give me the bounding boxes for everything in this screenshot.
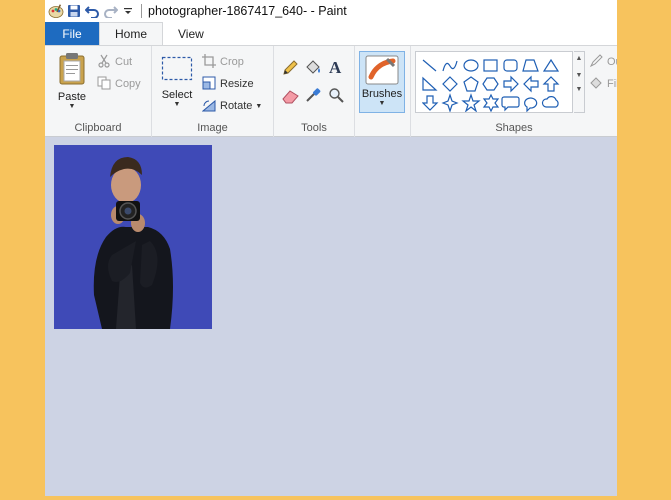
tab-file[interactable]: File xyxy=(45,22,99,45)
outline-icon xyxy=(589,53,607,71)
image-group: Select ▼ Crop Resize Rotate ▼ Image xyxy=(152,46,274,137)
cut-button[interactable]: Cut xyxy=(97,53,132,71)
resize-button[interactable]: Resize xyxy=(202,75,254,93)
canvas-workspace[interactable] xyxy=(45,137,617,496)
customize-toolbar-icon[interactable] xyxy=(119,2,137,20)
svg-text:A: A xyxy=(329,58,342,76)
cut-label: Cut xyxy=(115,56,133,68)
magnifier-icon[interactable] xyxy=(328,87,344,106)
eraser-icon[interactable] xyxy=(282,88,300,107)
scroll-up-icon[interactable]: ▲ xyxy=(574,55,584,62)
tab-view[interactable]: View xyxy=(163,22,219,45)
crop-label: Crop xyxy=(220,56,244,68)
select-label: Select xyxy=(161,89,193,101)
pencil-icon[interactable] xyxy=(282,60,298,79)
shape-outline-label: Out xyxy=(607,56,617,68)
text-icon[interactable]: A xyxy=(328,58,344,79)
undo-icon[interactable] xyxy=(83,2,101,20)
brush-icon xyxy=(365,55,399,88)
crop-button[interactable]: Crop xyxy=(202,53,244,71)
rotate-button[interactable]: Rotate ▼ xyxy=(201,97,263,115)
redo-icon[interactable] xyxy=(101,2,119,20)
fill-bucket-icon[interactable] xyxy=(304,60,322,79)
tools-group-label: Tools xyxy=(301,122,327,134)
brushes-button[interactable]: Brushes ▼ xyxy=(359,51,405,113)
select-button[interactable]: Select ▼ xyxy=(159,56,195,108)
tools-group: A Tools xyxy=(274,46,355,137)
shapes-gallery-icons[interactable] xyxy=(422,58,572,112)
paste-button[interactable]: Paste ▼ xyxy=(53,52,91,110)
ribbon-tabs: File Home View xyxy=(45,22,617,45)
selection-icon xyxy=(161,56,193,85)
color-picker-icon[interactable] xyxy=(305,87,321,106)
photo-canvas[interactable] xyxy=(54,145,212,329)
ribbon: Paste ▼ Cut Copy Clipboard Select ▼ Crop… xyxy=(45,45,617,137)
fill-icon xyxy=(589,76,607,93)
brushes-group: Brushes ▼ xyxy=(355,46,411,137)
scroll-down-icon[interactable]: ▼ xyxy=(574,72,584,79)
rotate-icon xyxy=(201,98,220,115)
title-separator xyxy=(141,4,142,18)
clipboard-group-label: Clipboard xyxy=(74,122,122,134)
shapes-group-label: Shapes xyxy=(495,122,533,134)
tab-home[interactable]: Home xyxy=(99,22,164,45)
paste-label: Paste xyxy=(57,91,87,103)
save-icon[interactable] xyxy=(65,2,83,20)
resize-icon xyxy=(202,76,220,93)
shapes-gallery xyxy=(415,51,573,113)
scissors-icon xyxy=(97,54,115,71)
window-title: photographer-1867417_640- - Paint xyxy=(148,4,347,18)
rotate-dropdown-caret: ▼ xyxy=(255,102,263,110)
shapes-gallery-scroll[interactable]: ▲ ▼ ▼ xyxy=(574,51,585,113)
photographer-image xyxy=(54,145,212,329)
title-bar: photographer-1867417_640- - Paint xyxy=(45,0,617,22)
expand-gallery-icon[interactable]: ▼ xyxy=(574,86,584,93)
brushes-dropdown-caret: ▼ xyxy=(378,100,386,107)
select-dropdown-caret: ▼ xyxy=(173,101,181,108)
rotate-label: Rotate xyxy=(220,100,253,112)
copy-button[interactable]: Copy xyxy=(97,75,141,93)
paint-app-icon[interactable] xyxy=(47,2,65,20)
resize-label: Resize xyxy=(220,78,254,90)
brushes-label: Brushes xyxy=(361,88,403,100)
shape-outline-button[interactable]: Out xyxy=(589,53,617,71)
paste-dropdown-caret: ▼ xyxy=(68,103,76,110)
quick-access-toolbar xyxy=(45,0,137,22)
crop-icon xyxy=(202,53,220,71)
image-group-label: Image xyxy=(197,122,228,134)
copy-label: Copy xyxy=(115,78,141,90)
paint-window: photographer-1867417_640- - Paint File H… xyxy=(45,0,617,496)
clipboard-group: Paste ▼ Cut Copy Clipboard xyxy=(45,46,152,137)
shapes-group: ▲ ▼ ▼ Out Fill Shapes xyxy=(411,46,617,137)
copy-icon xyxy=(97,76,115,93)
shape-fill-button[interactable]: Fill xyxy=(589,75,617,93)
paste-icon xyxy=(57,52,87,89)
shape-fill-label: Fill xyxy=(607,78,617,90)
